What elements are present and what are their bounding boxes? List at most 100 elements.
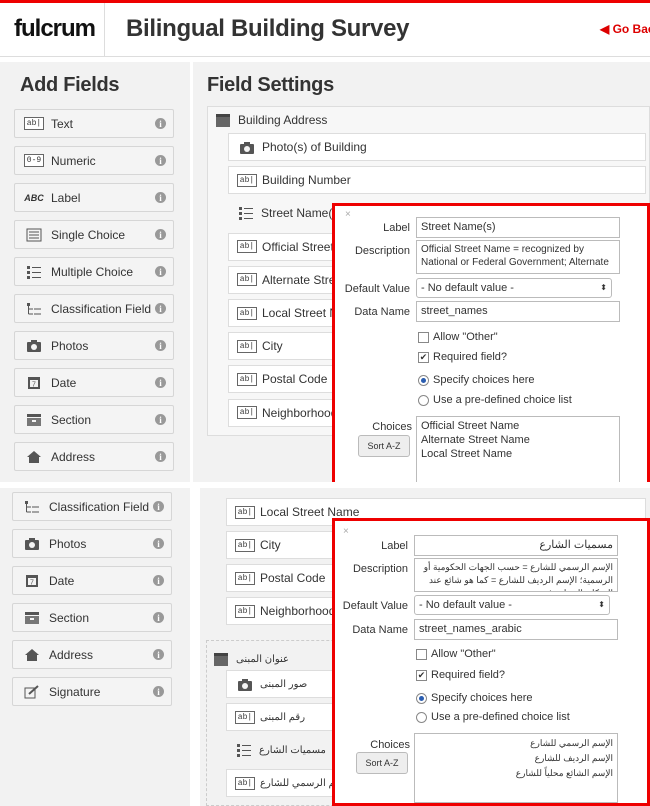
required-label: Required field? bbox=[433, 351, 507, 363]
choice-line: Alternate Street Name bbox=[421, 434, 530, 446]
info-icon[interactable]: i bbox=[155, 155, 166, 166]
field-row[interactable]: Photo(s) of Building bbox=[228, 133, 646, 161]
label-label: Label bbox=[383, 222, 410, 234]
camera-icon bbox=[23, 338, 45, 354]
info-icon[interactable]: i bbox=[155, 451, 166, 462]
info-icon[interactable]: i bbox=[153, 575, 164, 586]
description-textarea[interactable]: Official Street Name = recognized by Nat… bbox=[416, 240, 620, 274]
default-value-select[interactable]: - No default value - ⬍ bbox=[416, 278, 612, 298]
specify-choices-radio[interactable]: Specify choices here bbox=[418, 374, 535, 386]
choices-textarea[interactable]: Official Street Name Alternate Street Na… bbox=[416, 416, 620, 486]
add-fields-title: Add Fields bbox=[20, 74, 120, 96]
info-icon[interactable]: i bbox=[153, 649, 164, 660]
label-icon: ABC bbox=[24, 192, 44, 203]
add-field-signature[interactable]: Signature i bbox=[12, 677, 172, 706]
add-field-label: Date bbox=[49, 573, 75, 588]
field-row-label: Postal Code bbox=[260, 571, 326, 585]
info-icon[interactable]: i bbox=[155, 192, 166, 203]
info-icon[interactable]: i bbox=[155, 118, 166, 129]
label-label: Label bbox=[381, 540, 408, 552]
header-divider bbox=[104, 3, 105, 57]
predefined-list-radio[interactable]: Use a pre-defined choice list bbox=[418, 394, 572, 406]
field-settings-title: Field Settings bbox=[207, 74, 334, 96]
section-header[interactable]: Building Address bbox=[216, 111, 327, 129]
choices-textarea[interactable]: الإسم الرسمي للشارع الإسم الرديف للشارع … bbox=[414, 733, 618, 803]
info-icon[interactable]: i bbox=[155, 377, 166, 388]
add-field-single-choice[interactable]: Single Choice i bbox=[14, 220, 174, 249]
default-value-select[interactable]: - No default value - ⬍ bbox=[414, 595, 610, 615]
label-input[interactable]: Street Name(s) bbox=[416, 217, 620, 238]
info-icon[interactable]: i bbox=[153, 538, 164, 549]
calendar-icon: 7 bbox=[23, 375, 45, 391]
info-icon[interactable]: i bbox=[155, 414, 166, 425]
add-field-label: Section bbox=[51, 412, 92, 427]
field-row-label: City bbox=[260, 538, 281, 552]
add-field-classification-field[interactable]: Classification Field i bbox=[14, 294, 174, 323]
add-field-photos[interactable]: Photos i bbox=[14, 331, 174, 360]
field-row[interactable]: ab| Building Number bbox=[228, 166, 646, 195]
info-icon[interactable]: i bbox=[153, 501, 164, 512]
predefined-list-label: Use a pre-defined choice list bbox=[433, 394, 572, 406]
close-icon[interactable]: × bbox=[343, 526, 349, 537]
go-back-link[interactable]: ◀ Go Back bbox=[600, 21, 650, 37]
sort-az-button[interactable]: Sort A-Z bbox=[358, 435, 410, 457]
label-input[interactable]: مسميات الشارع bbox=[414, 535, 618, 556]
add-field-multiple-choice[interactable]: Multiple Choice i bbox=[14, 257, 174, 286]
multiple-choice-icon bbox=[233, 742, 255, 758]
calendar-icon: 7 bbox=[21, 573, 43, 589]
add-field-section[interactable]: Section i bbox=[12, 603, 172, 632]
text-icon: ab| bbox=[234, 570, 256, 586]
add-field-photos[interactable]: Photos i bbox=[12, 529, 172, 558]
required-checkbox[interactable]: ✔ Required field? bbox=[416, 669, 505, 681]
section-icon bbox=[21, 610, 43, 626]
arabic-section-header[interactable]: عنوان المبنى bbox=[214, 650, 289, 668]
info-icon[interactable]: i bbox=[155, 229, 166, 240]
predefined-list-radio[interactable]: Use a pre-defined choice list bbox=[416, 711, 570, 723]
description-textarea[interactable]: الإسم الرسمي للشارع = حسب الجهات الحكومي… bbox=[414, 558, 618, 592]
allow-other-checkbox[interactable]: Allow "Other" bbox=[416, 648, 496, 660]
add-field-date[interactable]: 7 Date i bbox=[14, 368, 174, 397]
text-icon: ab| bbox=[234, 537, 256, 553]
text-icon: ab| bbox=[234, 709, 256, 725]
add-field-address[interactable]: Address i bbox=[12, 640, 172, 669]
info-icon[interactable]: i bbox=[155, 303, 166, 314]
info-icon[interactable]: i bbox=[155, 266, 166, 277]
field-row-label: Local Street Name bbox=[260, 505, 360, 519]
add-field-classification-field[interactable]: Classification Field i bbox=[12, 492, 172, 521]
checkbox-box bbox=[418, 331, 429, 343]
sort-az-button[interactable]: Sort A-Z bbox=[356, 752, 408, 774]
allow-other-checkbox[interactable]: Allow "Other" bbox=[418, 331, 498, 343]
add-field-section[interactable]: Section i bbox=[14, 405, 174, 434]
close-icon[interactable]: × bbox=[345, 209, 351, 220]
info-icon[interactable]: i bbox=[153, 612, 164, 623]
select-arrows-icon: ⬍ bbox=[600, 283, 607, 292]
section-icon bbox=[216, 113, 230, 127]
text-icon: ab| bbox=[236, 371, 258, 387]
radio-on bbox=[416, 692, 427, 704]
info-icon[interactable]: i bbox=[155, 340, 166, 351]
text-icon: ab| bbox=[236, 239, 258, 255]
add-field-numeric[interactable]: 0-9 Numeric i bbox=[14, 146, 174, 175]
add-field-label[interactable]: ABC Label i bbox=[14, 183, 174, 212]
checkbox-box-checked: ✔ bbox=[418, 351, 429, 363]
app-logo[interactable]: fulcrum bbox=[14, 12, 104, 46]
info-icon[interactable]: i bbox=[153, 686, 164, 697]
field-row-label: رقم المبنى bbox=[260, 711, 306, 723]
top-accent-line bbox=[0, 0, 650, 3]
data-name-label: Data Name bbox=[352, 624, 408, 636]
data-name-input[interactable]: street_names_arabic bbox=[414, 619, 618, 640]
add-field-text[interactable]: ab| Text i bbox=[14, 109, 174, 138]
signature-icon bbox=[21, 684, 43, 700]
add-field-label: Date bbox=[51, 375, 77, 390]
allow-other-label: Allow "Other" bbox=[431, 648, 496, 660]
add-field-date[interactable]: 7 Date i bbox=[12, 566, 172, 595]
data-name-input[interactable]: street_names bbox=[416, 301, 620, 322]
required-checkbox[interactable]: ✔ Required field? bbox=[418, 351, 507, 363]
choice-line: Local Street Name bbox=[421, 448, 513, 460]
text-icon: ab| bbox=[236, 338, 258, 354]
page-title: Bilingual Building Survey bbox=[126, 15, 410, 42]
add-field-address[interactable]: Address i bbox=[14, 442, 174, 471]
add-field-label: Classification Field bbox=[51, 301, 152, 316]
svg-text:7: 7 bbox=[32, 381, 36, 388]
specify-choices-radio[interactable]: Specify choices here bbox=[416, 692, 533, 704]
